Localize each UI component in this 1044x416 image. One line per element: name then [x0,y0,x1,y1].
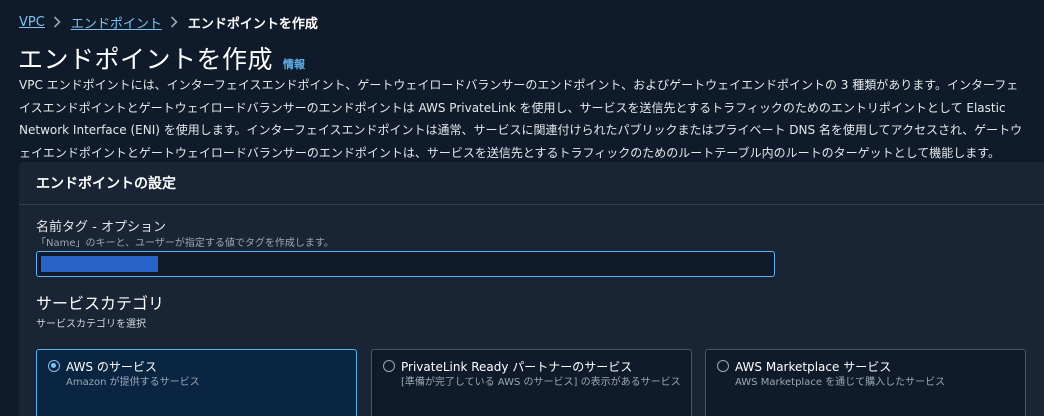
breadcrumb-endpoints-link[interactable]: エンドポイント [71,13,162,32]
chevron-right-icon [162,12,188,32]
breadcrumb: VPC エンドポイント エンドポイントを作成 [19,12,318,32]
panel-title: エンドポイントの設定 [36,176,176,192]
service-tile-privatelink-partner[interactable]: PrivateLink Ready パートナーのサービス [準備が完了している … [371,349,692,416]
service-tile-title: AWS Marketplace サービス [735,360,892,374]
input-text-selection [41,256,158,272]
endpoint-settings-panel: エンドポイントの設定 名前タグ - オプション 「Name」のキーと、ユーザーが… [19,162,1044,416]
name-tag-label: 名前タグ - オプション [36,220,166,235]
radio-icon[interactable] [717,360,729,372]
title-row: エンドポイントを作成 情報 [18,40,305,74]
service-tile-title: PrivateLink Ready パートナーのサービス [401,360,633,374]
panel-header: エンドポイントの設定 [19,162,1044,205]
radio-selected-icon[interactable] [48,360,60,372]
service-category-heading: サービスカテゴリ [36,294,165,313]
radio-icon[interactable] [383,360,395,372]
service-tile-aws-marketplace[interactable]: AWS Marketplace サービス AWS Marketplace を通じ… [705,349,1026,416]
breadcrumb-vpc-link[interactable]: VPC [19,15,45,30]
breadcrumb-current: エンドポイントを作成 [187,16,318,32]
service-tile-title: AWS のサービス [66,360,157,374]
create-endpoint-page: VPC エンドポイント エンドポイントを作成 エンドポイントを作成 情報 VPC… [0,0,1044,416]
chevron-right-icon [45,12,71,32]
service-tile-description: AWS Marketplace を通じて購入したサービス [735,377,946,388]
service-tile-aws[interactable]: AWS のサービス Amazon が提供するサービス [36,349,357,416]
name-tag-description: 「Name」のキーと、ユーザーが指定する値でタグを作成します。 [36,238,334,249]
info-link[interactable]: 情報 [283,56,305,72]
page-description: VPC エンドポイントには、インターフェイスエンドポイント、ゲートウェイロードバ… [19,78,1023,160]
page-title: エンドポイントを作成 [18,45,274,74]
service-tile-description: Amazon が提供するサービス [66,377,200,388]
service-category-description: サービスカテゴリを選択 [36,319,146,330]
service-tile-description: [準備が完了している AWS のサービス] の表示があるサービス [401,377,681,388]
name-tag-input[interactable] [36,251,775,277]
